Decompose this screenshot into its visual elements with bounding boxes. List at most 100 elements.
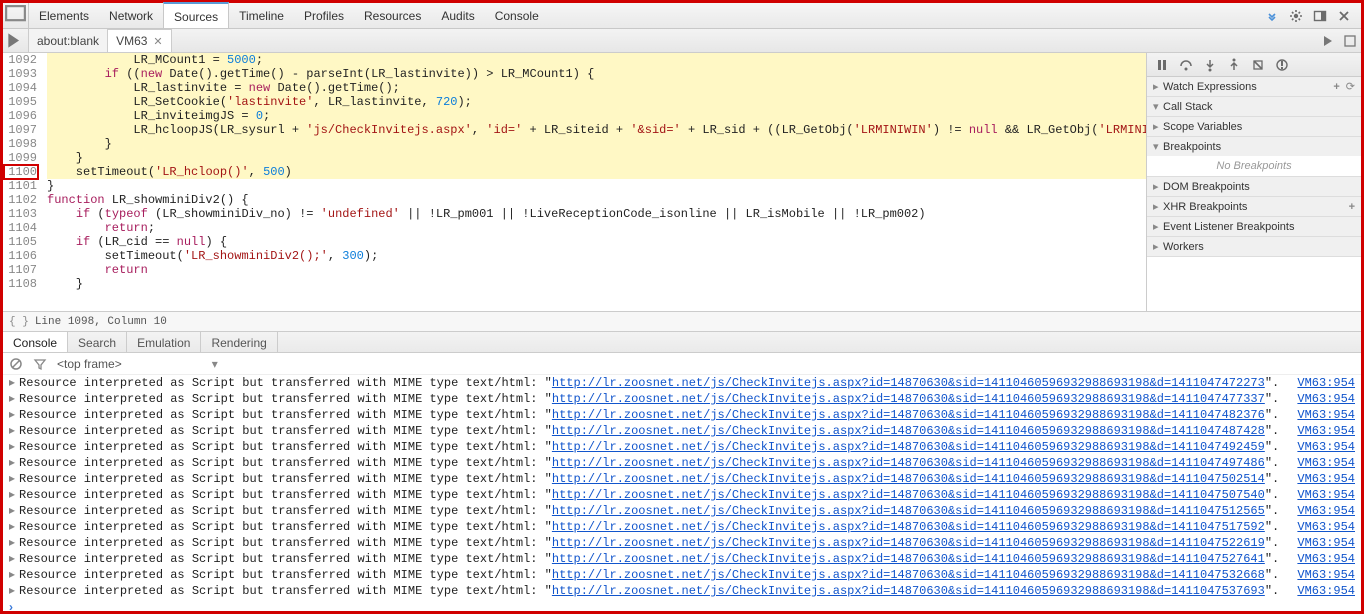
log-url[interactable]: http://lr.zoosnet.net/js/CheckInvitejs.a… bbox=[552, 584, 1265, 598]
log-url[interactable]: http://lr.zoosnet.net/js/CheckInvitejs.a… bbox=[552, 552, 1265, 566]
console-log-row[interactable]: ▸Resource interpreted as Script but tran… bbox=[3, 455, 1361, 471]
panel-tab-audits[interactable]: Audits bbox=[431, 3, 484, 28]
log-source-link[interactable]: VM63:954 bbox=[1297, 439, 1355, 455]
panel-tab-resources[interactable]: Resources bbox=[354, 3, 431, 28]
filter-icon[interactable] bbox=[33, 357, 47, 371]
panel-section-header[interactable]: ▸XHR Breakpoints+ bbox=[1147, 197, 1361, 216]
console-log-row[interactable]: ▸Resource interpreted as Script but tran… bbox=[3, 375, 1361, 391]
log-source-link[interactable]: VM63:954 bbox=[1297, 455, 1355, 471]
expand-icon[interactable]: ▸ bbox=[9, 519, 19, 535]
panel-tab-console[interactable]: Console bbox=[485, 3, 549, 28]
expand-icon[interactable]: ▸ bbox=[9, 391, 19, 407]
console-log-row[interactable]: ▸Resource interpreted as Script but tran… bbox=[3, 407, 1361, 423]
clear-console-icon[interactable] bbox=[9, 357, 23, 371]
console-log-row[interactable]: ▸Resource interpreted as Script but tran… bbox=[3, 583, 1361, 599]
panel-tab-network[interactable]: Network bbox=[99, 3, 163, 28]
code-editor[interactable]: 1092109310941095109610971098109911001101… bbox=[3, 53, 1146, 291]
panel-tab-profiles[interactable]: Profiles bbox=[294, 3, 354, 28]
add-icon[interactable]: + bbox=[1349, 201, 1355, 213]
log-source-link[interactable]: VM63:954 bbox=[1297, 375, 1355, 391]
expand-icon[interactable]: ▸ bbox=[9, 439, 19, 455]
log-source-link[interactable]: VM63:954 bbox=[1297, 567, 1355, 583]
drawer-tab-emulation[interactable]: Emulation bbox=[127, 332, 201, 352]
step-over-icon[interactable] bbox=[1179, 58, 1193, 72]
log-source-link[interactable]: VM63:954 bbox=[1297, 391, 1355, 407]
console-log-area[interactable]: ▸Resource interpreted as Script but tran… bbox=[3, 375, 1361, 599]
close-icon[interactable] bbox=[1337, 9, 1351, 23]
log-url[interactable]: http://lr.zoosnet.net/js/CheckInvitejs.a… bbox=[552, 408, 1265, 422]
log-url[interactable]: http://lr.zoosnet.net/js/CheckInvitejs.a… bbox=[552, 520, 1265, 534]
expand-icon[interactable]: ▸ bbox=[9, 551, 19, 567]
log-url[interactable]: http://lr.zoosnet.net/js/CheckInvitejs.a… bbox=[552, 488, 1265, 502]
console-log-row[interactable]: ▸Resource interpreted as Script but tran… bbox=[3, 487, 1361, 503]
inspect-icon[interactable] bbox=[3, 3, 29, 28]
log-source-link[interactable]: VM63:954 bbox=[1297, 423, 1355, 439]
panel-section-header[interactable]: ▸Event Listener Breakpoints bbox=[1147, 217, 1361, 236]
console-log-row[interactable]: ▸Resource interpreted as Script but tran… bbox=[3, 471, 1361, 487]
pause-exceptions-icon[interactable] bbox=[1275, 58, 1289, 72]
panel-section-header[interactable]: ▾Call Stack bbox=[1147, 97, 1361, 116]
log-url[interactable]: http://lr.zoosnet.net/js/CheckInvitejs.a… bbox=[552, 472, 1265, 486]
execution-context-selector[interactable]: <top frame> ▾ bbox=[57, 357, 218, 371]
log-source-link[interactable]: VM63:954 bbox=[1297, 407, 1355, 423]
log-url[interactable]: http://lr.zoosnet.net/js/CheckInvitejs.a… bbox=[552, 568, 1265, 582]
expand-icon[interactable]: ▸ bbox=[9, 375, 19, 391]
log-source-link[interactable]: VM63:954 bbox=[1297, 503, 1355, 519]
log-source-link[interactable]: VM63:954 bbox=[1297, 519, 1355, 535]
brace-icon[interactable]: { } bbox=[9, 316, 29, 328]
log-source-link[interactable]: VM63:954 bbox=[1297, 535, 1355, 551]
panel-section-header[interactable]: ▸Workers bbox=[1147, 237, 1361, 256]
run-snippet-icon[interactable] bbox=[1321, 34, 1335, 48]
log-url[interactable]: http://lr.zoosnet.net/js/CheckInvitejs.a… bbox=[552, 392, 1265, 406]
expand-icon[interactable]: ▸ bbox=[9, 535, 19, 551]
expand-icon[interactable]: ▸ bbox=[9, 583, 19, 599]
log-url[interactable]: http://lr.zoosnet.net/js/CheckInvitejs.a… bbox=[552, 456, 1265, 470]
pause-icon[interactable] bbox=[1155, 58, 1169, 72]
file-tab[interactable]: about:blank bbox=[29, 29, 108, 52]
close-icon[interactable]: ✕ bbox=[153, 35, 162, 48]
step-out-icon[interactable] bbox=[1227, 58, 1241, 72]
expand-icon[interactable]: ▸ bbox=[9, 471, 19, 487]
console-log-row[interactable]: ▸Resource interpreted as Script but tran… bbox=[3, 535, 1361, 551]
file-tab[interactable]: VM63✕ bbox=[108, 29, 172, 52]
console-log-row[interactable]: ▸Resource interpreted as Script but tran… bbox=[3, 567, 1361, 583]
log-source-link[interactable]: VM63:954 bbox=[1297, 583, 1355, 599]
console-log-row[interactable]: ▸Resource interpreted as Script but tran… bbox=[3, 503, 1361, 519]
pretty-print-icon[interactable] bbox=[1343, 34, 1357, 48]
expand-icon[interactable]: ▸ bbox=[9, 487, 19, 503]
code-content[interactable]: LR_MCount1 = 5000; if ((new Date().getTi… bbox=[43, 53, 1146, 291]
log-url[interactable]: http://lr.zoosnet.net/js/CheckInvitejs.a… bbox=[552, 536, 1265, 550]
log-source-link[interactable]: VM63:954 bbox=[1297, 487, 1355, 503]
panel-tab-elements[interactable]: Elements bbox=[29, 3, 99, 28]
deactivate-bp-icon[interactable] bbox=[1251, 58, 1265, 72]
log-source-link[interactable]: VM63:954 bbox=[1297, 551, 1355, 567]
dock-icon[interactable] bbox=[1313, 9, 1327, 23]
panel-section-header[interactable]: ▸Scope Variables bbox=[1147, 117, 1361, 136]
panel-tab-timeline[interactable]: Timeline bbox=[229, 3, 294, 28]
log-url[interactable]: http://lr.zoosnet.net/js/CheckInvitejs.a… bbox=[552, 504, 1265, 518]
expand-icon[interactable]: ▸ bbox=[9, 567, 19, 583]
log-url[interactable]: http://lr.zoosnet.net/js/CheckInvitejs.a… bbox=[552, 424, 1265, 438]
expand-icon[interactable]: ▸ bbox=[9, 455, 19, 471]
panel-tab-sources[interactable]: Sources bbox=[163, 2, 229, 28]
console-log-row[interactable]: ▸Resource interpreted as Script but tran… bbox=[3, 439, 1361, 455]
log-url[interactable]: http://lr.zoosnet.net/js/CheckInvitejs.a… bbox=[552, 376, 1265, 390]
expand-icon[interactable]: ▸ bbox=[9, 423, 19, 439]
console-log-row[interactable]: ▸Resource interpreted as Script but tran… bbox=[3, 519, 1361, 535]
drawer-tab-search[interactable]: Search bbox=[68, 332, 127, 352]
drawer-tab-console[interactable]: Console bbox=[3, 332, 68, 352]
log-url[interactable]: http://lr.zoosnet.net/js/CheckInvitejs.a… bbox=[552, 440, 1265, 454]
expand-icon[interactable]: ▸ bbox=[9, 407, 19, 423]
gear-icon[interactable] bbox=[1289, 9, 1303, 23]
refresh-icon[interactable]: ⟳ bbox=[1346, 80, 1355, 93]
navigator-toggle-icon[interactable] bbox=[3, 29, 29, 52]
console-log-row[interactable]: ▸Resource interpreted as Script but tran… bbox=[3, 423, 1361, 439]
console-prompt[interactable]: › bbox=[3, 599, 1361, 615]
console-log-row[interactable]: ▸Resource interpreted as Script but tran… bbox=[3, 551, 1361, 567]
panel-section-header[interactable]: ▾Breakpoints bbox=[1147, 137, 1361, 156]
console-log-row[interactable]: ▸Resource interpreted as Script but tran… bbox=[3, 391, 1361, 407]
drawer-tab-rendering[interactable]: Rendering bbox=[201, 332, 277, 352]
panel-section-header[interactable]: ▸DOM Breakpoints bbox=[1147, 177, 1361, 196]
drawer-icon[interactable] bbox=[1265, 9, 1279, 23]
expand-icon[interactable]: ▸ bbox=[9, 503, 19, 519]
